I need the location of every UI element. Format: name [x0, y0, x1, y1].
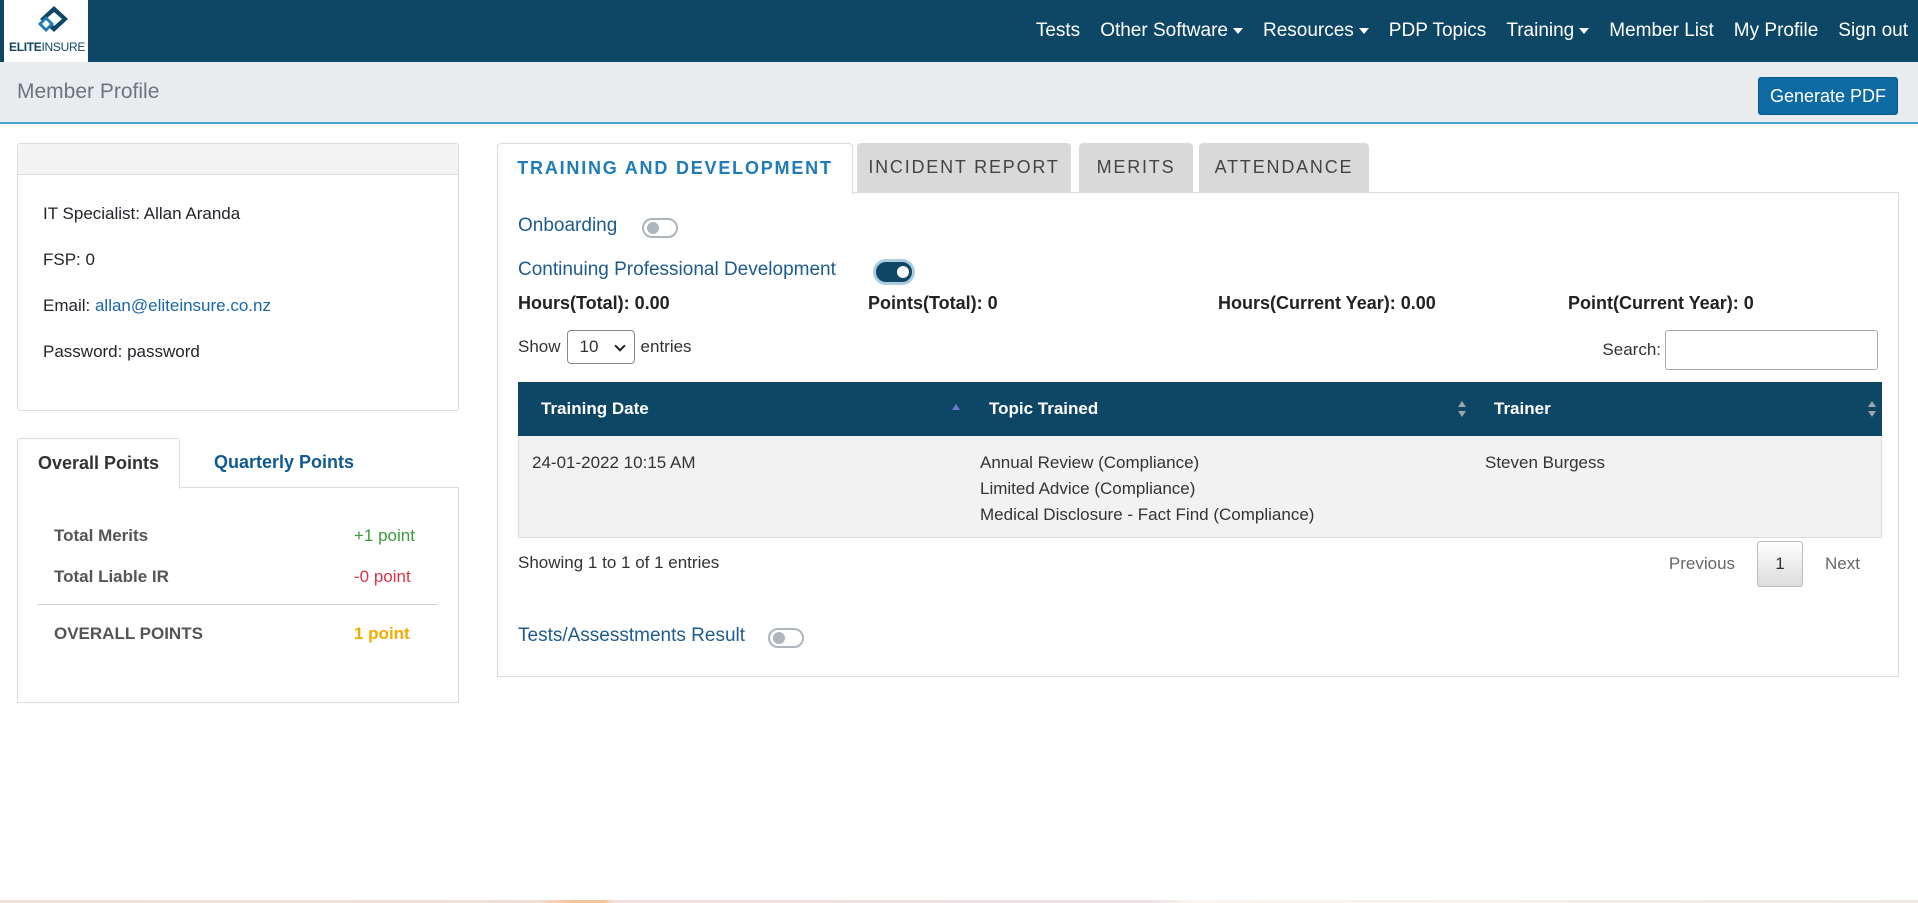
- search-label: Search:: [1602, 340, 1661, 359]
- nav-other-software[interactable]: Other Software: [1090, 20, 1253, 42]
- table-row[interactable]: 24-01-2022 10:15 AM Annual Review (Compl…: [518, 436, 1882, 538]
- toggle-knob: [897, 266, 909, 278]
- points-divider: [38, 604, 438, 605]
- cell-trainer: Steven Burgess: [1485, 453, 1606, 472]
- onboarding-label: Onboarding: [518, 215, 618, 236]
- hours-total: Hours(Total): 0.00: [518, 293, 670, 313]
- total-merits-label: Total Merits: [54, 526, 149, 545]
- tab-attendance[interactable]: ATTENDANCE: [1199, 143, 1369, 192]
- nav-member-list[interactable]: Member List: [1599, 20, 1724, 42]
- profile-email: Email: allan@eliteinsure.co.nz: [43, 296, 271, 315]
- nav-resources[interactable]: Resources: [1253, 20, 1379, 42]
- onboarding-toggle[interactable]: [642, 218, 678, 238]
- tab-training-development[interactable]: TRAINING AND DEVELOPMENT: [497, 143, 853, 194]
- caret-down-icon: [1358, 28, 1369, 34]
- generate-pdf-button[interactable]: Generate PDF: [1757, 77, 1898, 115]
- training-panel: Onboarding Continuing Professional Devel…: [497, 192, 1899, 677]
- previous-page-button[interactable]: Previous: [1651, 554, 1753, 574]
- show-label: Show: [518, 337, 561, 356]
- page-header: Member Profile Generate PDF: [0, 62, 1918, 124]
- caret-down-icon: [1579, 28, 1590, 34]
- nav-links: Tests Other Software Resources PDP Topic…: [1026, 0, 1918, 62]
- profile-role-name: IT Specialist: Allan Aranda: [43, 204, 241, 223]
- profile-password: Password: password: [43, 342, 200, 361]
- sort-both-icon: [1868, 401, 1876, 417]
- sort-asc-icon: [952, 404, 960, 410]
- nav-sign-out[interactable]: Sign out: [1828, 20, 1918, 42]
- topic-item: Medical Disclosure - Fact Find (Complian…: [980, 505, 1315, 524]
- cpd-label: Continuing Professional Development: [518, 259, 836, 280]
- page-1-button[interactable]: 1: [1757, 541, 1804, 587]
- total-liable-label: Total Liable IR: [54, 567, 169, 586]
- total-liable-value: -0 point: [354, 567, 411, 586]
- cell-topics: Annual Review (Compliance) Limited Advic…: [980, 450, 1314, 528]
- col-trainer[interactable]: Trainer: [1494, 383, 1551, 435]
- total-merits-value: +1 point: [354, 526, 415, 545]
- cpd-toggle[interactable]: [876, 262, 912, 282]
- chevron-down-icon: [613, 340, 626, 352]
- topic-item: Limited Advice (Compliance): [980, 479, 1196, 498]
- cell-training-date: 24-01-2022 10:15 AM: [532, 453, 696, 472]
- toggle-knob: [773, 632, 785, 644]
- training-table: Training Date Topic Trained Trainer 24-0…: [518, 382, 1882, 538]
- entries-label: entries: [640, 337, 692, 356]
- tab-incident-report[interactable]: INCIDENT REPORT: [857, 143, 1071, 192]
- caret-down-icon: [1232, 28, 1243, 34]
- table-info: Showing 1 to 1 of 1 entries: [518, 553, 720, 572]
- tests-result-label: Tests/Assesstments Result: [518, 625, 746, 646]
- nav-pdp-topics[interactable]: PDP Topics: [1379, 20, 1497, 42]
- hours-current-year: Hours(Current Year): 0.00: [1218, 293, 1436, 313]
- logo-diamond-icon: [38, 6, 68, 32]
- sort-both-icon: [1458, 401, 1466, 417]
- next-page-button[interactable]: Next: [1807, 554, 1878, 574]
- email-link[interactable]: allan@eliteinsure.co.nz: [95, 296, 271, 315]
- tests-result-toggle[interactable]: [768, 628, 804, 648]
- overall-points-label: OVERALL POINTS: [54, 624, 203, 643]
- logo-text: ELITEINSURE: [9, 40, 86, 54]
- tab-quarterly-points[interactable]: Quarterly Points: [194, 438, 374, 488]
- profile-card-header: [18, 144, 458, 175]
- topic-item: Annual Review (Compliance): [980, 453, 1200, 472]
- points-current-year: Point(Current Year): 0: [1568, 293, 1754, 313]
- nav-training[interactable]: Training: [1496, 20, 1599, 42]
- points-tabs: Overall Points Quarterly Points: [17, 438, 459, 489]
- nav-tests[interactable]: Tests: [1026, 20, 1090, 42]
- table-header: Training Date Topic Trained Trainer: [518, 382, 1882, 436]
- table-search: Search:: [1602, 330, 1878, 370]
- points-card: Total Merits +1 point Total Liable IR -0…: [17, 487, 459, 703]
- points-total: Points(Total): 0: [868, 293, 998, 313]
- nav-my-profile[interactable]: My Profile: [1724, 20, 1828, 42]
- top-navbar: ELITEINSURE Tests Other Software Resourc…: [0, 0, 1918, 62]
- overall-points-value: 1 point: [354, 624, 410, 643]
- page-title: Member Profile: [17, 80, 160, 103]
- show-entries: Show 10 entries: [518, 330, 692, 364]
- col-topic-trained[interactable]: Topic Trained: [989, 383, 1098, 435]
- search-input[interactable]: [1665, 330, 1878, 370]
- profile-fsp: FSP: 0: [43, 250, 95, 269]
- tab-overall-points[interactable]: Overall Points: [17, 438, 181, 489]
- page-size-select[interactable]: 10: [566, 330, 635, 364]
- profile-card: IT Specialist: Allan Aranda FSP: 0 Email…: [17, 143, 459, 411]
- tab-merits[interactable]: MERITS: [1079, 143, 1193, 192]
- pagination: Previous 1 Next: [1651, 541, 1878, 587]
- toggle-knob: [647, 222, 659, 234]
- col-training-date[interactable]: Training Date: [541, 383, 649, 435]
- brand-logo[interactable]: ELITEINSURE: [4, 0, 88, 62]
